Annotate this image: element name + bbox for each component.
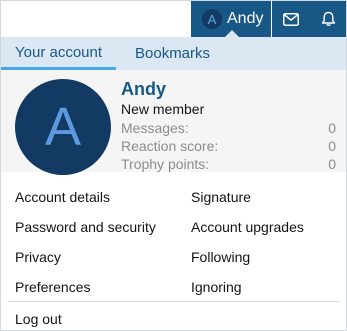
account-tabs: Your account Bookmarks [1,37,346,70]
link-account-details[interactable]: Account details [15,189,110,205]
stat-value: 0 [328,138,336,154]
nav-username: Andy [227,10,264,27]
stat-label: Messages: [121,120,189,136]
stat-label: Trophy points: [121,156,210,172]
profile-username[interactable]: Andy [121,79,166,100]
link-preferences[interactable]: Preferences [15,279,90,295]
nav-avatar: A [202,9,222,29]
tab-bookmarks[interactable]: Bookmarks [121,37,224,70]
stat-label: Reaction score: [121,138,219,154]
alerts-button[interactable] [310,1,346,37]
avatar[interactable]: A [15,79,111,175]
link-following[interactable]: Following [191,249,250,265]
tab-your-account[interactable]: Your account [1,37,117,70]
bell-icon [321,11,335,26]
link-password-security[interactable]: Password and security [15,219,156,235]
logout-link[interactable]: Log out [15,311,62,327]
top-navigation: A Andy [1,1,346,37]
conversations-button[interactable] [272,1,310,37]
link-account-upgrades[interactable]: Account upgrades [191,219,304,235]
stat-value: 0 [328,156,336,172]
stat-messages: Messages: 0 [121,120,336,136]
menu-pointer-caret [225,30,239,37]
link-signature[interactable]: Signature [191,189,251,205]
account-popup-frame: A Andy Your account Bookmarks A Andy New… [0,0,347,331]
menu-divider [7,301,340,302]
profile-summary: A Andy New member Messages: 0 Reaction s… [1,70,346,175]
stat-value: 0 [328,120,336,136]
envelope-icon [283,12,299,26]
link-ignoring[interactable]: Ignoring [191,279,242,295]
stat-reaction-score: Reaction score: 0 [121,138,336,154]
stat-trophy-points: Trophy points: 0 [121,156,336,172]
user-title: New member [121,101,205,117]
link-privacy[interactable]: Privacy [15,249,61,265]
